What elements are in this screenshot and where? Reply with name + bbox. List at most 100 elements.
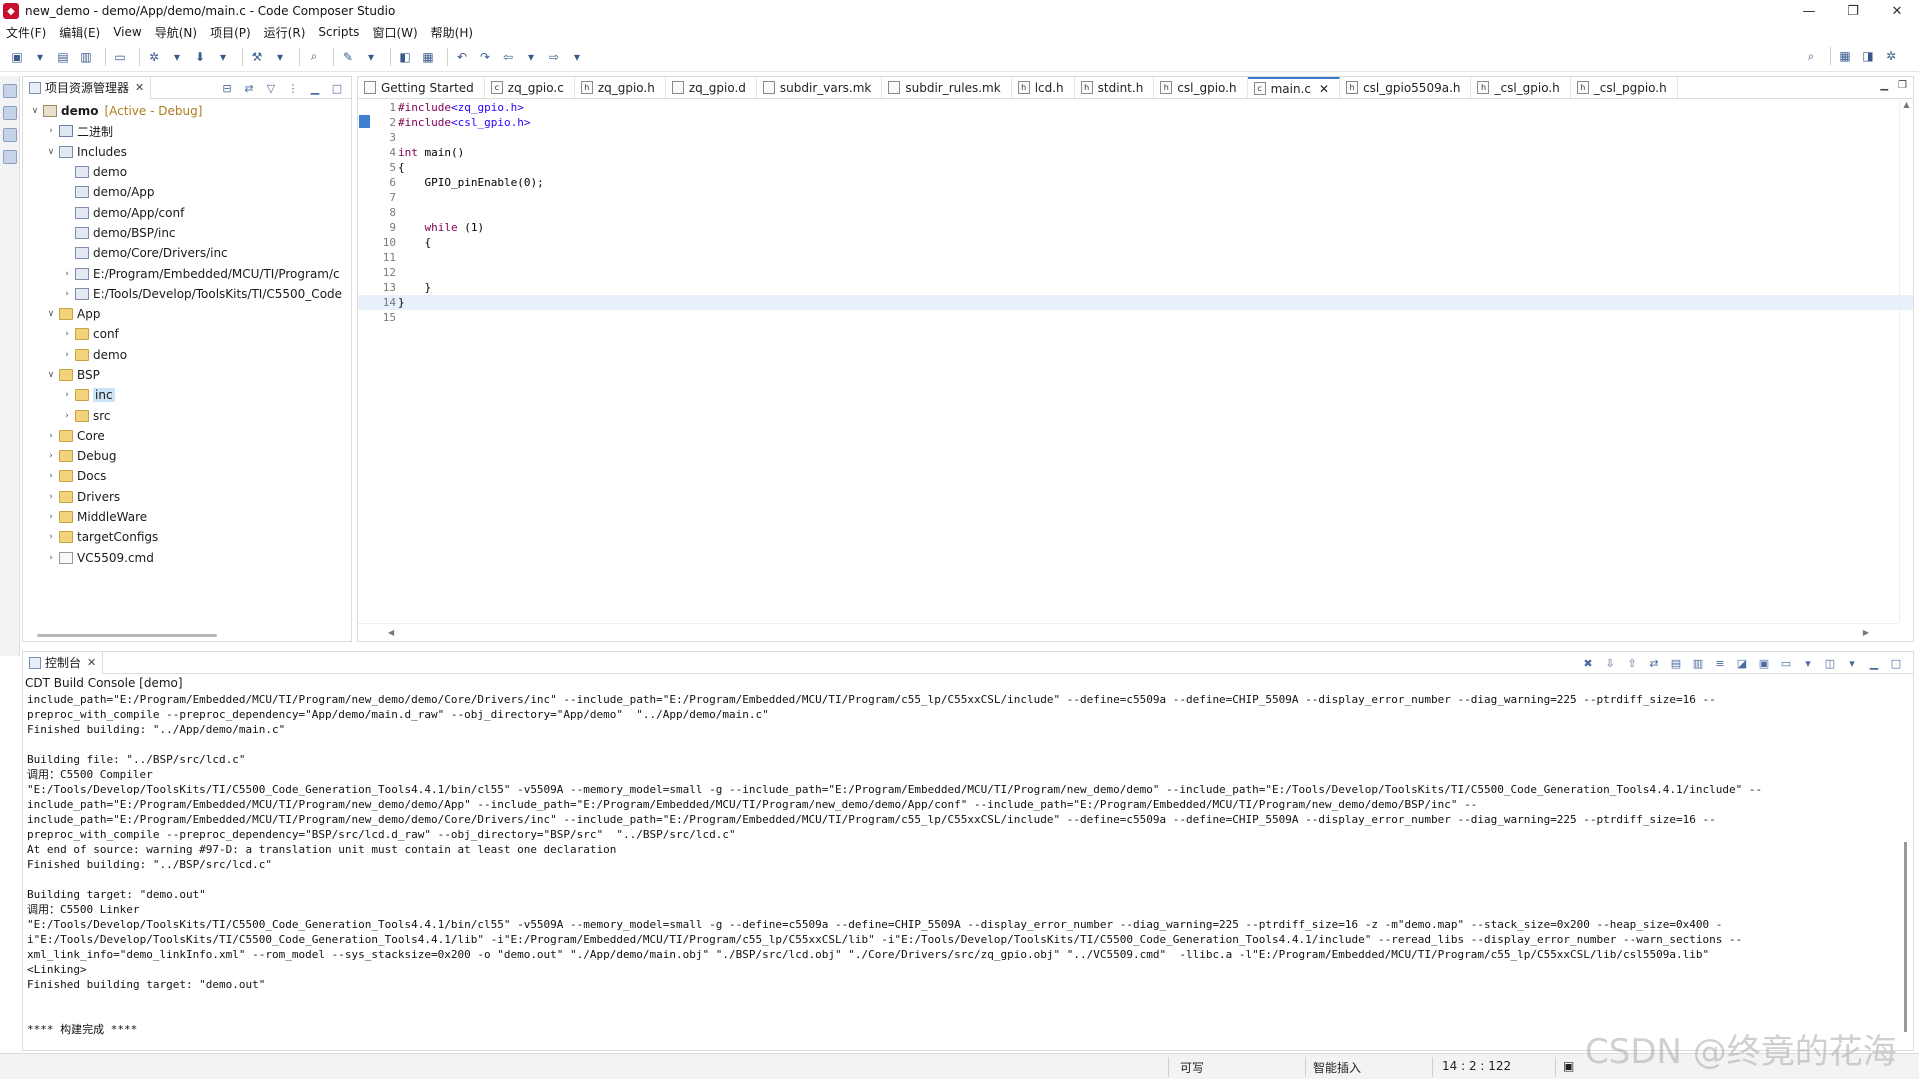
back-icon[interactable]: ⇦ bbox=[499, 48, 517, 66]
editor-tab[interactable]: zq_gpio.d bbox=[666, 77, 757, 98]
tree-item[interactable]: ∨ BSP bbox=[23, 365, 351, 385]
console-output[interactable]: include_path="E:/Program/Embedded/MCU/TI… bbox=[27, 692, 1897, 1050]
tree-item[interactable]: › inc bbox=[23, 385, 351, 405]
prev-annotation-icon[interactable]: ↶ bbox=[453, 48, 471, 66]
clear-console-icon[interactable]: ✖ bbox=[1579, 655, 1597, 671]
tree-item[interactable]: › Docs bbox=[23, 466, 351, 486]
chevron-down-icon[interactable]: ∨ bbox=[45, 147, 57, 157]
block-select-icon[interactable]: ▦ bbox=[419, 48, 437, 66]
link-editor-icon[interactable]: ⇄ bbox=[241, 80, 257, 96]
tree-item[interactable]: › Core bbox=[23, 426, 351, 446]
tree-item[interactable]: › 二进制 bbox=[23, 121, 351, 141]
build-hammer-icon[interactable]: ⚒ bbox=[248, 48, 266, 66]
code-line[interactable]: 10 { bbox=[358, 235, 1913, 250]
scroll-up-icon[interactable]: ▲ bbox=[1900, 100, 1913, 109]
editor-tab[interactable]: h _csl_gpio.h bbox=[1471, 77, 1571, 98]
menu-file[interactable]: 文件(F) bbox=[6, 24, 46, 41]
tree-item[interactable]: demo bbox=[23, 162, 351, 182]
code-line[interactable]: 11 bbox=[358, 250, 1913, 265]
dropdown-icon[interactable]: ▾ bbox=[271, 48, 289, 66]
status-icon[interactable]: ▣ bbox=[1563, 1059, 1574, 1073]
open-console-icon[interactable]: ◫ bbox=[1821, 655, 1839, 671]
minimized-view-icon[interactable] bbox=[3, 106, 17, 120]
code-line[interactable]: 9 while (1) bbox=[358, 220, 1913, 235]
editor-horizontal-scrollbar[interactable]: ◀ ▶ bbox=[358, 623, 1899, 641]
word-wrap-icon[interactable]: ≡ bbox=[1711, 655, 1729, 671]
debug-perspective-icon[interactable]: ✲ bbox=[1882, 47, 1900, 65]
code-line[interactable]: 4 int main() bbox=[358, 145, 1913, 160]
filter-icon[interactable]: ▽ bbox=[263, 80, 279, 96]
editor-tab[interactable]: h csl_gpio.h bbox=[1154, 77, 1248, 98]
editor-tab[interactable]: h _csl_pgpio.h bbox=[1571, 77, 1678, 98]
menu-view[interactable]: View bbox=[113, 25, 141, 39]
forward-icon[interactable]: ⇨ bbox=[545, 48, 563, 66]
show-console-icon[interactable]: ▣ bbox=[1755, 655, 1773, 671]
search-icon[interactable]: ⌕ bbox=[1802, 47, 1820, 65]
tab-project-explorer[interactable]: 项目资源管理器 ✕ bbox=[23, 76, 152, 99]
scroll-right-icon[interactable]: ▶ bbox=[1863, 628, 1869, 637]
dropdown-icon[interactable]: ▾ bbox=[168, 48, 186, 66]
display-console-icon[interactable]: ▭ bbox=[1777, 655, 1795, 671]
save-icon[interactable]: ▤ bbox=[54, 48, 72, 66]
restore-view-icon[interactable] bbox=[3, 84, 17, 98]
dropdown-icon[interactable]: ▾ bbox=[522, 48, 540, 66]
close-window-button[interactable]: ✕ bbox=[1875, 0, 1919, 22]
collapse-all-icon[interactable]: ⊟ bbox=[219, 80, 235, 96]
terminal-icon[interactable]: ▭ bbox=[111, 48, 129, 66]
tree-item[interactable]: ∨ demo [Active - Debug] bbox=[23, 101, 351, 121]
code-line[interactable]: 8 bbox=[358, 205, 1913, 220]
menu-help[interactable]: 帮助(H) bbox=[431, 24, 473, 41]
toggle-mark-icon[interactable]: ◧ bbox=[396, 48, 414, 66]
chevron-right-icon[interactable]: › bbox=[45, 471, 57, 481]
horizontal-scrollbar[interactable] bbox=[37, 634, 217, 637]
editor-tab[interactable]: h lcd.h bbox=[1012, 77, 1075, 98]
flash-icon[interactable]: ⬇ bbox=[191, 48, 209, 66]
chevron-right-icon[interactable]: › bbox=[61, 289, 73, 299]
editor-tab[interactable]: h stdint.h bbox=[1075, 77, 1155, 98]
close-icon[interactable]: ✕ bbox=[87, 656, 96, 669]
tree-item[interactable]: › Drivers bbox=[23, 487, 351, 507]
menu-edit[interactable]: 编辑(E) bbox=[59, 24, 100, 41]
maximize-view-icon[interactable]: □ bbox=[1887, 655, 1905, 671]
tree-item[interactable]: › src bbox=[23, 405, 351, 425]
editor-tab[interactable]: h zq_gpio.h bbox=[575, 77, 666, 98]
editor-tab[interactable]: h csl_gpio5509a.h bbox=[1340, 77, 1472, 98]
editor-tab[interactable]: subdir_rules.mk bbox=[882, 77, 1012, 98]
editor-tab[interactable]: Getting Started bbox=[358, 77, 485, 98]
chevron-right-icon[interactable]: › bbox=[61, 350, 73, 360]
dropdown-icon[interactable]: ▾ bbox=[362, 48, 380, 66]
code-line[interactable]: 13 } bbox=[358, 280, 1913, 295]
editor-tab[interactable]: subdir_vars.mk bbox=[757, 77, 883, 98]
dropdown-icon[interactable]: ▾ bbox=[1799, 655, 1817, 671]
search-refs-icon[interactable]: ⌕ bbox=[305, 48, 323, 66]
tab-console[interactable]: 控制台 ✕ bbox=[23, 651, 104, 674]
chevron-right-icon[interactable]: › bbox=[45, 431, 57, 441]
editor-tab[interactable]: c main.c ✕ bbox=[1247, 77, 1341, 98]
console-vertical-scrollbar[interactable] bbox=[1899, 692, 1913, 1050]
new-icon[interactable]: ▣ bbox=[8, 48, 26, 66]
scroll-lock-icon[interactable]: ▥ bbox=[1689, 655, 1707, 671]
minimize-button[interactable]: — bbox=[1787, 0, 1831, 22]
tree-item[interactable]: › E:/Program/Embedded/MCU/TI/Program/c bbox=[23, 263, 351, 283]
next-annotation-icon[interactable]: ↷ bbox=[476, 48, 494, 66]
dropdown-icon[interactable]: ▾ bbox=[214, 48, 232, 66]
code-area[interactable]: 1 #include <zq_gpio.h> 2 #include <csl_gpio.h… bbox=[358, 100, 1913, 623]
tree-item[interactable]: › E:/Tools/Develop/ToolsKits/TI/C5500_Cod… bbox=[23, 284, 351, 304]
tree-item[interactable]: › Debug bbox=[23, 446, 351, 466]
tree-item[interactable]: ∨ App bbox=[23, 304, 351, 324]
code-line[interactable]: 15 bbox=[358, 310, 1913, 325]
minimized-view-icon[interactable] bbox=[3, 150, 17, 164]
menu-window[interactable]: 窗口(W) bbox=[372, 24, 417, 41]
tree-item[interactable]: › conf bbox=[23, 324, 351, 344]
chevron-right-icon[interactable]: › bbox=[45, 532, 57, 542]
menu-navigate[interactable]: 导航(N) bbox=[155, 24, 197, 41]
scroll-thumb[interactable] bbox=[1904, 842, 1907, 1032]
dropdown-icon[interactable]: ▾ bbox=[1843, 655, 1861, 671]
code-line[interactable]: 12 bbox=[358, 265, 1913, 280]
tree-item[interactable]: demo/App/conf bbox=[23, 202, 351, 222]
chevron-down-icon[interactable]: ∨ bbox=[45, 370, 57, 380]
scroll-left-icon[interactable]: ◀ bbox=[388, 628, 394, 637]
minimize-editor-icon[interactable]: ▁ bbox=[1880, 80, 1888, 91]
chevron-right-icon[interactable]: › bbox=[61, 411, 73, 421]
pin-console-icon[interactable]: ◪ bbox=[1733, 655, 1751, 671]
